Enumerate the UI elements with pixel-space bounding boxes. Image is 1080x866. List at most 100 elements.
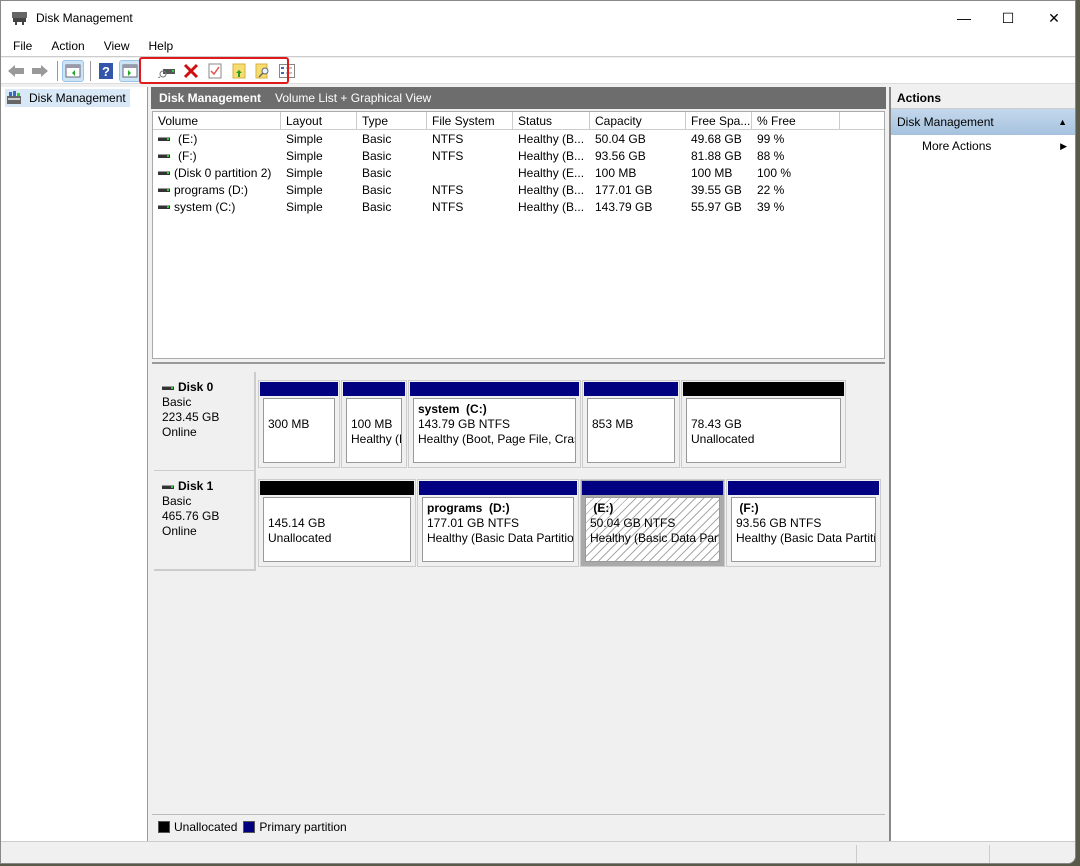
partition-status: Healthy (E [351, 432, 402, 446]
menu-help[interactable]: Help [142, 39, 181, 53]
partition-block[interactable]: 78.43 GB Unallocated [681, 380, 846, 468]
show-hide-action-pane-icon[interactable] [119, 59, 141, 82]
cell-text: Basic [362, 165, 392, 180]
partition-name: system (C:) [418, 402, 487, 416]
actions-pane: Actions Disk Management ▲ More Actions ▶ [889, 87, 1075, 841]
partition-block[interactable]: 145.14 GB Unallocated [258, 479, 416, 567]
volume-cell: 93.56 GB [590, 147, 686, 164]
disk-row: Disk 1 Basic 465.76 GB Online 145.14 GB Unall… [152, 471, 885, 571]
cell-text: Simple [286, 131, 323, 146]
volume-cell: Healthy (B... [513, 181, 590, 198]
volume-cell: (F:) [153, 147, 281, 164]
volume-cell: Simple [281, 164, 357, 181]
cell-text: 88 % [757, 148, 785, 163]
volume-cell: system (C:) [153, 198, 281, 215]
cell-text: 100 MB [691, 165, 733, 180]
cell-text: 50.04 GB [595, 131, 646, 146]
cell-text: NTFS [432, 199, 464, 214]
cell-text: Healthy (B... [518, 131, 585, 146]
volume-cell: 39.55 GB [686, 181, 752, 198]
column-volume[interactable]: Volume [153, 112, 281, 129]
volume-cell: 99 % [752, 130, 840, 147]
cell-text: 143.79 GB [595, 199, 653, 214]
column-free-space[interactable]: Free Spa... [686, 112, 752, 129]
volume-row[interactable]: (E:) Simple Basic NTFS Healthy (B... 50.04 GB… [153, 130, 884, 147]
actions-section-label: Disk Management [897, 115, 994, 129]
volume-row[interactable]: programs (D:) Simple Basic NTFS Healthy (B..… [153, 181, 884, 198]
partition-block[interactable]: programs (D:) 177.01 GB NTFS Healthy (Basi… [417, 479, 579, 567]
maximize-button[interactable]: ☐ [985, 1, 1031, 35]
partition-block[interactable]: 300 MB [258, 380, 340, 468]
partition-info: (F:) 93.56 GB NTFS Healthy (Basic Data Par… [731, 497, 876, 562]
partition-size: 100 MB [351, 417, 393, 431]
cell-text: 93.56 GB [595, 148, 646, 163]
volume-row[interactable]: (Disk 0 partition 2) Simple Basic Healthy (… [153, 164, 884, 181]
disk-status: Online [162, 524, 197, 538]
cell-text: Simple [286, 199, 323, 214]
disk-size: 465.76 GB [162, 509, 220, 523]
column-capacity[interactable]: Capacity [590, 112, 686, 129]
cell-text: Basic [362, 131, 392, 146]
cell-text: Healthy (E... [518, 165, 585, 180]
partition-block[interactable]: (F:) 93.56 GB NTFS Healthy (Basic Data Par… [726, 479, 881, 567]
center-header: Disk Management Volume List + Graphical … [151, 87, 886, 109]
partition-type-bar [260, 481, 414, 495]
disk-label[interactable]: Disk 1 Basic 465.76 GB Online [154, 471, 256, 571]
center-title: Disk Management [159, 91, 262, 105]
partition-info: 145.14 GB Unallocated [263, 497, 411, 562]
cell-text: NTFS [432, 148, 464, 163]
partition-type-bar [582, 481, 723, 495]
back-icon[interactable] [5, 60, 27, 82]
partition-status: Healthy (Basic Data Partitic [736, 531, 876, 545]
partition-type-bar [343, 382, 405, 396]
volume-cell: Basic [357, 130, 427, 147]
minimize-button[interactable]: — [941, 1, 987, 35]
partition-type-bar [410, 382, 579, 396]
column-status[interactable]: Status [513, 112, 590, 129]
help-icon[interactable]: ? [95, 60, 117, 82]
actions-section-disk-management[interactable]: Disk Management ▲ [891, 109, 1075, 135]
partition-block[interactable]: system (C:) 143.79 GB NTFS Healthy (Boot, … [408, 380, 581, 468]
toolbar-separator [57, 60, 58, 81]
actions-header: Actions [891, 87, 1075, 109]
action-more-actions[interactable]: More Actions ▶ [891, 135, 1075, 157]
column-layout[interactable]: Layout [281, 112, 357, 129]
partition-size: 50.04 GB NTFS [590, 516, 676, 530]
partition-info: 300 MB [263, 398, 335, 463]
menu-action[interactable]: Action [44, 39, 91, 53]
volume-cell: NTFS [427, 130, 513, 147]
partition-name: programs (D:) [427, 501, 510, 515]
column-type[interactable]: Type [357, 112, 427, 129]
partition-block[interactable]: 853 MB [582, 380, 680, 468]
drive-icon [158, 187, 170, 192]
drive-icon [162, 385, 174, 390]
column-file-system[interactable]: File System [427, 112, 513, 129]
partition-block[interactable]: (E:) 50.04 GB NTFS Healthy (Basic Data Par… [580, 479, 725, 567]
disk-status: Online [162, 425, 197, 439]
partition-block[interactable]: 100 MB Healthy (E [341, 380, 407, 468]
volume-cell: Basic [357, 198, 427, 215]
close-button[interactable]: ✕ [1031, 1, 1075, 35]
cell-text: 22 % [757, 182, 785, 197]
show-hide-console-tree-icon[interactable] [62, 59, 84, 82]
menu-file[interactable]: File [6, 39, 39, 53]
volume-row[interactable]: (F:) Simple Basic NTFS Healthy (B... 93.56 GB… [153, 147, 884, 164]
volume-row[interactable]: system (C:) Simple Basic NTFS Healthy (B... 1… [153, 198, 884, 215]
forward-icon[interactable] [29, 60, 51, 82]
cell-text: 81.88 GB [691, 148, 742, 163]
disk-name-text: Disk 0 [178, 380, 214, 394]
menu-view[interactable]: View [97, 39, 137, 53]
partition-info: system (C:) 143.79 GB NTFS Healthy (Boot, … [413, 398, 576, 463]
tree-item-disk-management[interactable]: Disk Management [5, 89, 130, 107]
volume-cell: programs (D:) [153, 181, 281, 198]
cell-text: Simple [286, 165, 323, 180]
disk-type: Basic [162, 395, 192, 409]
column-percent-free[interactable]: % Free [752, 112, 840, 129]
volume-cell: 50.04 GB [590, 130, 686, 147]
cell-text: 100 % [757, 165, 792, 180]
collapse-up-icon[interactable]: ▲ [1058, 117, 1067, 127]
disk-label[interactable]: Disk 0 Basic 223.45 GB Online [154, 372, 256, 472]
volume-cell [427, 164, 513, 181]
cell-text: NTFS [432, 131, 464, 146]
volume-list-header: Volume Layout Type File System Status Ca… [153, 112, 884, 130]
